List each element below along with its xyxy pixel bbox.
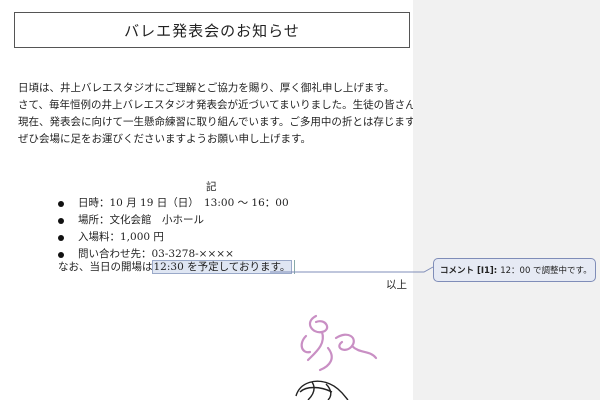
comment-connector-line (270, 266, 434, 273)
ki-heading: 記 (206, 181, 217, 193)
note-line: なお、当日の開場は12:30 を予定しております。 (58, 259, 296, 276)
bullet-icon (58, 251, 64, 258)
closing-text: 以上 (386, 279, 407, 291)
body-paragraphs[interactable]: 日頃は、井上バレエスタジオにご理解とご協力を賜り、厚く御礼申し上げます。 さて、… (18, 80, 437, 148)
comment-margin-pane (413, 0, 600, 400)
bullet-icon (58, 234, 64, 241)
bullet-icon (58, 200, 64, 207)
note-prefix: なお、当日の開場は (58, 261, 153, 273)
comment-balloon[interactable]: コメント [I1]: 12：00 で調整中です。 (433, 258, 596, 282)
bullet-item: 日時：10 月 19 日（日） 13:00 〜 16：00 (58, 195, 289, 212)
bullet-list: 日時：10 月 19 日（日） 13:00 〜 16：00 場所：文化会館 小ホ… (58, 195, 289, 263)
document-title: バレエ発表会のお知らせ (124, 21, 300, 40)
paragraph-line: 現在、発表会に向けて一生懸命練習に取り組んでいます。ご多用中の折とは存じますが、 (18, 116, 437, 128)
paragraph-line: 日頃は、井上バレエスタジオにご理解とご協力を賜り、厚く御礼申し上げます。 (18, 82, 395, 94)
paragraph-line: ぜひ会場に足をお運びくださいますようお願い申し上げます。 (18, 133, 311, 145)
title-box[interactable]: バレエ発表会のお知らせ (14, 12, 410, 48)
comment-author: コメント [I1]: (440, 266, 498, 276)
bullet-item: 入場料：1,000 円 (58, 229, 289, 246)
bullet-icon (58, 217, 64, 224)
paragraph-line: さて、毎年恒例の井上バレエスタジオ発表会が近づいてまいりました。生徒の皆さんは、 (18, 99, 437, 111)
document-page[interactable]: バレエ発表会のお知らせ 日頃は、井上バレエスタジオにご理解とご協力を賜り、厚く御… (0, 0, 437, 400)
bullet-item: 場所：文化会館 小ホール (58, 212, 289, 229)
ballet-shoes-illustration (295, 314, 378, 400)
comment-text: 12：00 で調整中です。 (500, 266, 592, 276)
